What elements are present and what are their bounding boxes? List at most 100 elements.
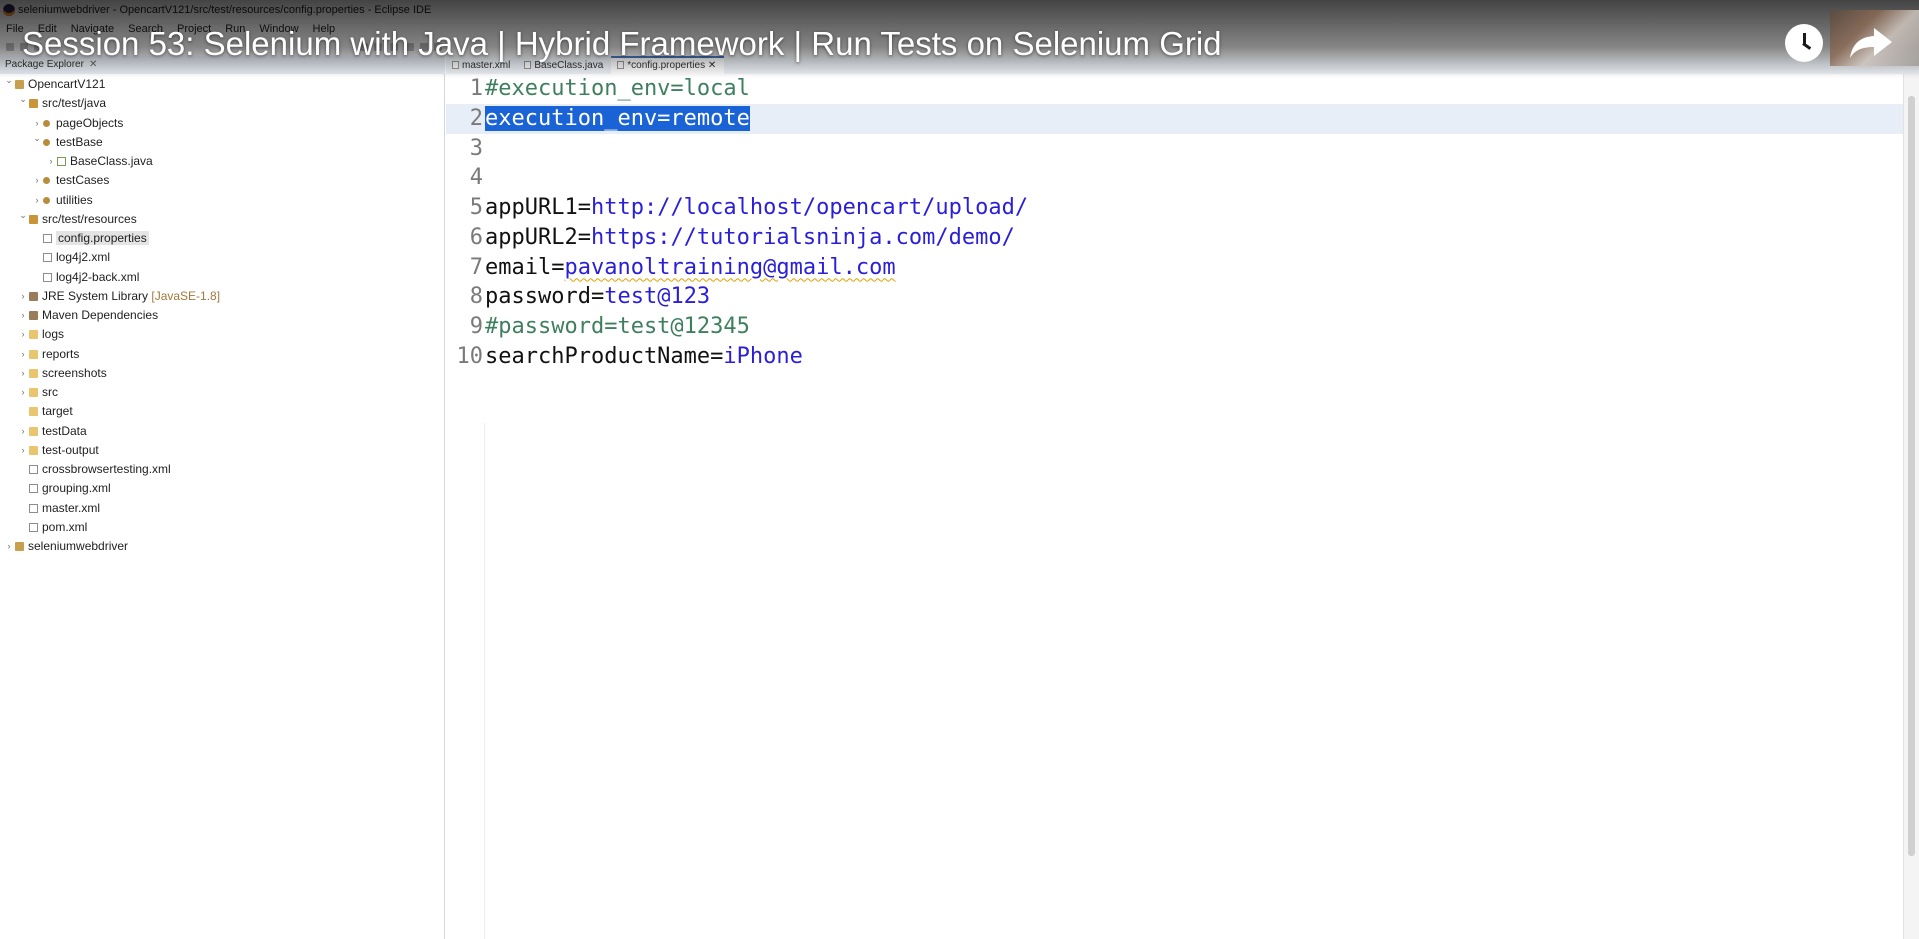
tree-item-label: JRE System Library [JavaSE-1.8] <box>42 287 220 306</box>
tree-item[interactable]: › reports <box>0 345 445 364</box>
tree-item[interactable]: › JRE System Library [JavaSE-1.8] <box>0 287 445 306</box>
chevron-right-icon[interactable]: › <box>18 364 28 383</box>
file-icon <box>43 272 52 282</box>
line-number: 8 <box>469 284 483 310</box>
tree-item[interactable]: pom.xml <box>0 518 445 537</box>
folder-icon <box>29 388 38 397</box>
tree-item[interactable]: ⌄ src/test/java <box>0 94 445 113</box>
tree-item[interactable]: › logs <box>0 325 445 344</box>
comment-text: #password=test@12345 <box>485 314 750 339</box>
chevron-down-icon[interactable]: ⌄ <box>18 90 28 109</box>
property-key: appURL1= <box>485 195 591 220</box>
tree-item-text: log4j2.xml <box>56 250 111 265</box>
file-icon <box>43 253 52 263</box>
tree-item-label: reports <box>42 345 79 364</box>
tree-item[interactable]: log4j2.xml <box>0 248 445 267</box>
window-titlebar: seleniumwebdriver - OpencartV121/src/tes… <box>0 0 1919 20</box>
tree-item[interactable]: log4j2-back.xml <box>0 268 445 287</box>
tree-item[interactable]: › screenshots <box>0 364 445 383</box>
code-editor[interactable]: 1 #execution_env=local 2 execution_env=remo… <box>446 74 1919 372</box>
vertical-scrollbar[interactable] <box>1903 74 1919 939</box>
property-value: iPhone <box>723 343 803 369</box>
tree-item[interactable]: › src <box>0 383 445 402</box>
tree-item-label: OpencartV121 <box>28 75 105 94</box>
tree-item[interactable]: › BaseClass.java <box>0 152 445 171</box>
tree-item[interactable]: grouping.xml <box>0 479 445 498</box>
tree-item[interactable]: ⌄ OpencartV121 <box>0 75 445 94</box>
tree-item[interactable]: › test-output <box>0 441 445 460</box>
tree-item-label: testData <box>42 422 87 441</box>
tree-item-text: testData <box>42 423 87 438</box>
video-title[interactable]: Session 53: Selenium with Java | Hybrid … <box>22 22 1222 66</box>
chevron-down-icon[interactable]: ⌄ <box>18 206 28 225</box>
tree-item-label: config.properties <box>56 229 149 248</box>
line-content[interactable]: appURL2=https://tutorialsninja.com/demo/ <box>485 223 1015 253</box>
chevron-right-icon[interactable]: › <box>18 422 28 441</box>
chevron-right-icon[interactable]: › <box>18 383 28 402</box>
chevron-right-icon[interactable]: › <box>32 171 42 190</box>
folder-icon <box>29 407 38 417</box>
tree-item-text: pageObjects <box>56 115 124 130</box>
tree-item-label: grouping.xml <box>42 479 111 498</box>
chevron-right-icon[interactable]: › <box>18 441 28 460</box>
tree-item[interactable]: › utilities <box>0 191 445 210</box>
tree-item[interactable]: › seleniumwebdriver <box>0 537 445 556</box>
code-line: 8 password=test@123 <box>446 282 1919 312</box>
tree-item[interactable]: ⌄ testBase <box>0 133 445 152</box>
property-key: email= <box>485 254 565 280</box>
line-number: 9 <box>469 314 483 339</box>
line-content[interactable]: #execution_env=local <box>485 74 750 104</box>
tree-item-text: src/test/java <box>42 96 107 111</box>
code-line: 5 appURL1=http://localhost/opencart/uploa… <box>446 193 1919 223</box>
property-value: pavanoltraining@gmail.com <box>564 254 896 280</box>
line-content[interactable]: password=test@123 <box>485 282 710 312</box>
code-line: 7 email=pavanoltraining@gmail.com <box>446 253 1919 283</box>
tree-item-text: Maven Dependencies <box>42 308 159 322</box>
clock-icon[interactable] <box>1785 24 1823 62</box>
tree-item[interactable]: › testData <box>0 422 445 441</box>
line-content[interactable]: appURL1=http://localhost/opencart/upload… <box>485 193 1028 223</box>
tree-item[interactable]: › testCases <box>0 171 445 190</box>
chevron-right-icon[interactable]: › <box>4 537 14 556</box>
share-arrow-icon[interactable] <box>1848 24 1894 62</box>
source-folder-icon <box>29 214 38 224</box>
chevron-right-icon[interactable]: › <box>18 287 28 306</box>
package-icon <box>43 196 50 204</box>
tree-item[interactable]: › pageObjects <box>0 114 445 133</box>
window-title: seleniumwebdriver - OpencartV121/src/tes… <box>18 4 432 16</box>
line-content[interactable]: email=pavanoltraining@gmail.com <box>485 253 896 283</box>
tree-item[interactable]: master.xml <box>0 499 445 518</box>
tree-item-text: logs <box>42 327 65 342</box>
chevron-down-icon[interactable]: ⌄ <box>4 71 14 90</box>
code-line: 1 #execution_env=local <box>446 74 1919 104</box>
tree-item-text: pom.xml <box>42 519 88 534</box>
toolbar-icon[interactable] <box>6 43 14 51</box>
property-key: appURL2= <box>485 224 591 250</box>
chevron-right-icon[interactable]: › <box>46 152 56 171</box>
package-icon <box>43 138 50 146</box>
tree-item[interactable]: config.properties <box>0 229 445 248</box>
folder-icon <box>29 426 38 436</box>
scrollbar-thumb[interactable] <box>1908 96 1915 856</box>
code-line: 4 <box>446 163 1919 193</box>
tree-item-label: pageObjects <box>56 114 123 133</box>
file-icon <box>43 234 52 243</box>
tree-item[interactable]: › Maven Dependencies <box>0 306 445 325</box>
tree-item[interactable]: crossbrowsertesting.xml <box>0 460 445 479</box>
line-content[interactable]: execution_env=remote <box>485 104 750 134</box>
file-icon <box>29 465 38 474</box>
chevron-right-icon[interactable]: › <box>18 306 28 325</box>
code-line: 9 #password=test@12345 <box>446 312 1919 342</box>
java-file-icon <box>57 157 66 166</box>
tree-item-label: Maven Dependencies <box>42 306 158 325</box>
tree-item[interactable]: target <box>0 402 445 421</box>
chevron-right-icon[interactable]: › <box>18 325 28 344</box>
chevron-right-icon[interactable]: › <box>18 345 28 364</box>
line-content[interactable]: #password=test@12345 <box>485 312 750 342</box>
property-value: https://tutorialsninja.com/demo/ <box>590 224 1015 250</box>
chevron-right-icon[interactable]: › <box>32 191 42 210</box>
tree-item[interactable]: ⌄ src/test/resources <box>0 210 445 229</box>
source-folder-icon <box>29 99 38 109</box>
chevron-down-icon[interactable]: ⌄ <box>32 129 42 148</box>
line-content[interactable]: searchProductName=iPhone <box>485 342 803 372</box>
